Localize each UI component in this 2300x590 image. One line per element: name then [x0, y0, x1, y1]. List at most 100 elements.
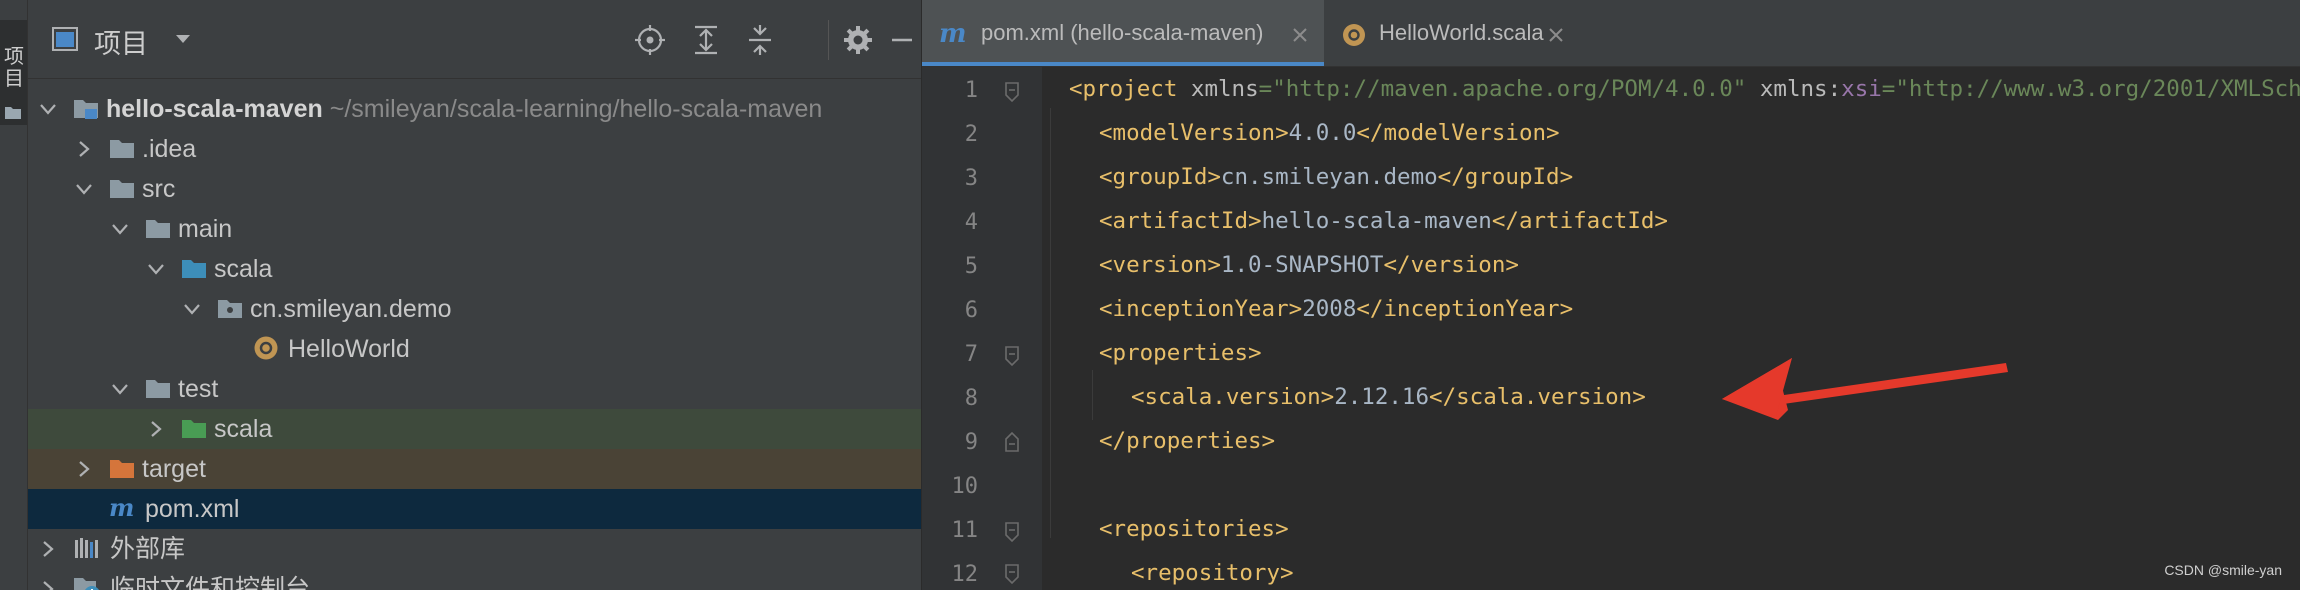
- code-line-7[interactable]: <properties>: [1099, 340, 1262, 366]
- library-icon: [75, 538, 98, 558]
- fold-open-icon[interactable]: [1004, 345, 1020, 367]
- tree-item-label: 外部库: [110, 535, 186, 563]
- tree-item-scratches[interactable]: 临时文件和控制台: [28, 569, 921, 590]
- fold-open-icon[interactable]: [1004, 81, 1020, 103]
- code-line-6[interactable]: <inceptionYear>2008</inceptionYear>: [1099, 296, 1573, 322]
- xml-text: 1.0-SNAPSHOT: [1220, 252, 1384, 278]
- line-number: 9: [964, 430, 978, 455]
- chevron-right-icon[interactable]: [38, 579, 58, 590]
- xml-eq: =: [1258, 76, 1273, 102]
- gear-icon[interactable]: [842, 24, 874, 56]
- chevron-down-icon[interactable]: [182, 299, 202, 319]
- fold-open-icon[interactable]: [1004, 563, 1020, 585]
- xml-tag: <version>: [1099, 252, 1221, 278]
- active-tab-indicator: [922, 62, 1324, 66]
- xml-tag: </version>: [1383, 252, 1519, 278]
- fold-end-icon[interactable]: [1004, 431, 1020, 453]
- xml-tag: <inceptionYear>: [1099, 296, 1303, 322]
- tree-item-label: 临时文件和控制台: [110, 575, 311, 590]
- folder-icon: [5, 107, 21, 119]
- chevron-right-icon[interactable]: [146, 419, 166, 439]
- tree-item-pom[interactable]: m pom.xml: [28, 489, 921, 529]
- code-line-8[interactable]: <scala.version>2.12.16</scala.version>: [1131, 384, 1646, 410]
- tree-item-label: test: [178, 375, 219, 403]
- header-divider: [828, 20, 829, 60]
- line-number: 3: [964, 166, 978, 191]
- tree-item-target[interactable]: target: [28, 449, 921, 489]
- excluded-folder-icon: [110, 460, 134, 478]
- tree-item-src[interactable]: src: [28, 169, 921, 209]
- line-number: 1: [964, 78, 978, 103]
- tab-pom-xml[interactable]: m pom.xml (hello-scala-maven): [922, 0, 1324, 66]
- folder-icon: [110, 180, 134, 198]
- code-line-9[interactable]: </properties>: [1099, 428, 1275, 454]
- tree-item-test-scala[interactable]: scala: [28, 409, 921, 449]
- xml-text: hello-scala-maven: [1261, 208, 1492, 234]
- chevron-down-icon[interactable]: [110, 379, 130, 399]
- expand-all-icon[interactable]: [690, 24, 722, 56]
- hide-panel-icon[interactable]: [886, 24, 918, 56]
- xml-ns: xsi: [1841, 76, 1882, 102]
- tree-item-main[interactable]: main: [28, 209, 921, 249]
- code-line-1[interactable]: <project xmlns="http://maven.apache.org/…: [1069, 76, 2300, 102]
- chevron-down-icon[interactable]: [110, 219, 130, 239]
- module-folder-icon: [74, 100, 98, 119]
- maven-icon: m: [939, 20, 967, 48]
- xml-tag: </inceptionYear>: [1356, 296, 1574, 322]
- code-line-3[interactable]: <groupId>cn.smileyan.demo</groupId>: [1099, 164, 1573, 190]
- tree-item-helloworld[interactable]: HelloWorld: [28, 329, 921, 369]
- code-line-4[interactable]: <artifactId>hello-scala-maven</artifactI…: [1099, 208, 1668, 234]
- chevron-right-icon[interactable]: [74, 459, 94, 479]
- tree-item-external-libraries[interactable]: 外部库: [28, 529, 921, 569]
- fold-open-icon[interactable]: [1004, 521, 1020, 543]
- tree-item-label: .idea: [142, 135, 197, 163]
- code-line-2[interactable]: <modelVersion>4.0.0</modelVersion>: [1099, 120, 1560, 146]
- line-number: 5: [964, 254, 978, 279]
- project-root-path: ~/smileyan/scala-learning/hello-scala-ma…: [329, 95, 823, 123]
- line-number: 7: [964, 342, 978, 367]
- close-icon[interactable]: [1292, 27, 1308, 43]
- collapse-all-icon[interactable]: [744, 24, 776, 56]
- chevron-down-icon[interactable]: [38, 99, 58, 119]
- chevron-right-icon[interactable]: [74, 139, 94, 159]
- tree-item-package[interactable]: cn.smileyan.demo: [28, 289, 921, 329]
- line-number: 10: [951, 474, 979, 499]
- chevron-right-icon[interactable]: [38, 539, 58, 559]
- editor: m pom.xml (hello-scala-maven) HelloWorld…: [922, 0, 2300, 590]
- chevron-down-icon[interactable]: [146, 259, 166, 279]
- watermark: CSDN @smile-yan: [2164, 562, 2282, 578]
- test-source-folder-icon: [182, 420, 206, 438]
- close-icon[interactable]: [1548, 27, 1564, 43]
- chevron-down-icon[interactable]: [175, 34, 191, 44]
- indent-guide: [1050, 108, 1051, 538]
- project-tool-window-button[interactable]: 项目: [0, 20, 27, 125]
- xml-eq: =: [1881, 76, 1896, 102]
- tree-item-label: HelloWorld: [288, 335, 410, 363]
- xml-text: 2.12.16: [1334, 384, 1430, 410]
- folder-icon: [110, 140, 134, 158]
- code-line-5[interactable]: <version>1.0-SNAPSHOT</version>: [1099, 252, 1519, 278]
- xml-tag: <modelVersion>: [1099, 120, 1289, 146]
- tree-item-label: src: [142, 175, 176, 203]
- tree-item-label: main: [178, 215, 233, 243]
- tree-item-test[interactable]: test: [28, 369, 921, 409]
- locate-file-icon[interactable]: [634, 24, 666, 56]
- tree-item-hello-scala-maven[interactable]: hello-scala-maven ~/smileyan/scala-learn…: [28, 89, 921, 129]
- xml-tag: </scala.version>: [1429, 384, 1646, 410]
- editor-tab-bar: m pom.xml (hello-scala-maven) HelloWorld…: [922, 0, 2300, 67]
- xml-tag: <artifactId>: [1099, 208, 1262, 234]
- scala-object-icon: [254, 336, 278, 360]
- chevron-down-icon[interactable]: [74, 179, 94, 199]
- xml-tag: </modelVersion>: [1356, 120, 1560, 146]
- tree-item-main-scala[interactable]: scala: [28, 249, 921, 289]
- line-number: 4: [964, 210, 978, 235]
- package-icon: [218, 300, 242, 318]
- panel-title: 项目: [94, 29, 148, 59]
- xml-text: 2008: [1302, 296, 1357, 322]
- scala-object-icon: [1343, 24, 1365, 46]
- tab-helloworld-scala[interactable]: HelloWorld.scala: [1324, 0, 1580, 66]
- tree-item-idea[interactable]: .idea: [28, 129, 921, 169]
- tree-item-label: scala: [214, 415, 273, 443]
- code-line-11[interactable]: <repositories>: [1099, 516, 1289, 542]
- code-line-12[interactable]: <repository>: [1131, 560, 1294, 586]
